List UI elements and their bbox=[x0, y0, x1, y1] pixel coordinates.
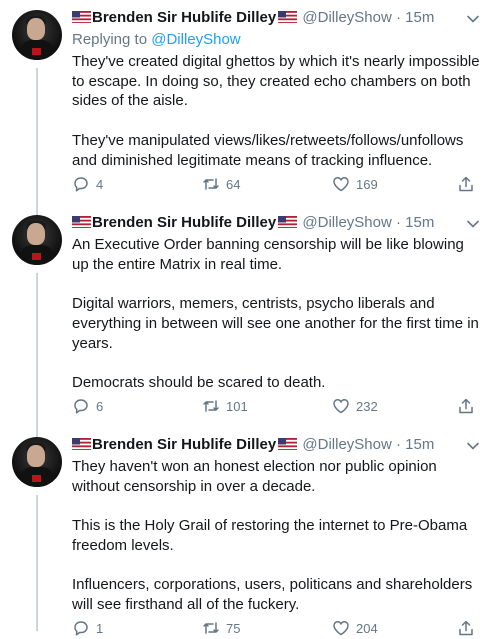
chevron-down-icon[interactable] bbox=[466, 217, 480, 231]
thread-line bbox=[36, 427, 38, 437]
share-button[interactable] bbox=[457, 619, 481, 639]
share-icon bbox=[459, 398, 473, 414]
tweet-header: Brenden Sir Hublife Dilley @DilleyShow ·… bbox=[72, 435, 434, 455]
us-flag-icon bbox=[72, 216, 91, 228]
thread-line bbox=[36, 273, 38, 427]
replying-to-link[interactable]: @DilleyShow bbox=[151, 31, 240, 48]
us-flag-icon bbox=[278, 11, 298, 23]
separator-dot: · bbox=[395, 436, 401, 453]
heart-icon bbox=[333, 621, 349, 636]
like-count: 232 bbox=[356, 399, 378, 414]
tweet-text: An Executive Order banning censorship wi… bbox=[72, 236, 479, 391]
reply-count: 4 bbox=[96, 177, 104, 192]
heart-icon bbox=[333, 177, 349, 192]
share-icon bbox=[459, 620, 473, 636]
retweet-icon bbox=[203, 178, 219, 190]
tweet-text: They haven't won an honest election nor … bbox=[72, 458, 473, 613]
handle[interactable]: @DilleyShow bbox=[302, 214, 391, 231]
retweet-icon bbox=[203, 400, 219, 412]
reply-count: 6 bbox=[96, 399, 104, 414]
thread-line bbox=[36, 68, 38, 205]
replying-to: Replying to @DilleyShow bbox=[72, 30, 241, 50]
retweet-button[interactable]: 75 bbox=[202, 619, 240, 639]
tweet-1[interactable]: Brenden Sir Hublife Dilley @DilleyShow ·… bbox=[0, 0, 494, 205]
like-count: 204 bbox=[356, 621, 378, 636]
retweet-count: 64 bbox=[226, 177, 241, 192]
share-icon bbox=[459, 176, 473, 192]
heart-icon bbox=[333, 399, 349, 414]
avatar[interactable] bbox=[12, 437, 62, 487]
share-button[interactable] bbox=[457, 175, 481, 195]
tweet-header: Brenden Sir Hublife Dilley @DilleyShow ·… bbox=[72, 8, 434, 28]
avatar[interactable] bbox=[12, 215, 62, 265]
separator-dot: · bbox=[395, 214, 401, 231]
us-flag-icon bbox=[278, 216, 298, 228]
display-name[interactable]: Brenden Sir Hublife Dilley bbox=[92, 436, 276, 453]
tweet-actions: 6 101 232 bbox=[72, 397, 482, 417]
handle[interactable]: @DilleyShow bbox=[302, 9, 391, 26]
reply-count: 1 bbox=[96, 621, 104, 636]
us-flag-icon bbox=[278, 438, 298, 450]
tweet-actions: 4 64 169 bbox=[72, 175, 482, 195]
timestamp[interactable]: 15m bbox=[405, 9, 434, 26]
retweet-button[interactable]: 64 bbox=[202, 175, 240, 195]
display-name[interactable]: Brenden Sir Hublife Dilley bbox=[92, 214, 276, 231]
timestamp[interactable]: 15m bbox=[405, 436, 434, 453]
tweet-2[interactable]: Brenden Sir Hublife Dilley @DilleyShow ·… bbox=[0, 205, 494, 427]
share-button[interactable] bbox=[457, 397, 481, 417]
us-flag-icon bbox=[72, 11, 91, 23]
chevron-down-icon[interactable] bbox=[466, 439, 480, 453]
chevron-down-icon[interactable] bbox=[466, 12, 480, 26]
handle[interactable]: @DilleyShow bbox=[302, 436, 391, 453]
tweet-actions: 1 75 204 bbox=[72, 619, 482, 639]
display-name[interactable]: Brenden Sir Hublife Dilley bbox=[92, 9, 276, 26]
reply-icon bbox=[74, 621, 88, 636]
thread-line bbox=[36, 495, 38, 631]
retweet-button[interactable]: 101 bbox=[202, 397, 248, 417]
avatar[interactable] bbox=[12, 10, 62, 60]
reply-button[interactable]: 1 bbox=[72, 619, 103, 639]
retweet-count: 75 bbox=[226, 621, 241, 636]
like-button[interactable]: 204 bbox=[332, 619, 378, 639]
tweet-header: Brenden Sir Hublife Dilley @DilleyShow ·… bbox=[72, 213, 434, 233]
retweet-icon bbox=[203, 622, 219, 634]
reply-icon bbox=[74, 399, 88, 414]
us-flag-icon bbox=[72, 438, 91, 450]
timestamp[interactable]: 15m bbox=[405, 214, 434, 231]
replying-label: Replying to bbox=[72, 31, 148, 48]
like-button[interactable]: 232 bbox=[332, 397, 378, 417]
reply-icon bbox=[74, 177, 88, 192]
separator-dot: · bbox=[395, 9, 401, 26]
like-count: 169 bbox=[356, 177, 378, 192]
like-button[interactable]: 169 bbox=[332, 175, 378, 195]
retweet-count: 101 bbox=[226, 399, 248, 414]
tweet-3[interactable]: Brenden Sir Hublife Dilley @DilleyShow ·… bbox=[0, 427, 494, 636]
reply-button[interactable]: 6 bbox=[72, 397, 103, 417]
tweet-text: They've created digital ghettos by which… bbox=[72, 53, 480, 169]
thread-line bbox=[36, 205, 38, 215]
reply-button[interactable]: 4 bbox=[72, 175, 103, 195]
